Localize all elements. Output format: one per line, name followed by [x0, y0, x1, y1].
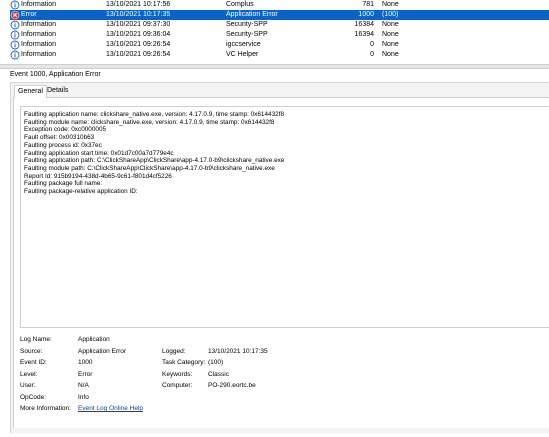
level-value: Error [78, 371, 93, 378]
event-source: igccservice [226, 41, 261, 48]
event-date: 13/10/2021 10:17:56 [106, 1, 171, 8]
event-level: Information [21, 31, 57, 38]
info-icon [10, 30, 20, 40]
pane-splitter[interactable] [0, 64, 549, 69]
event-task-category: None [382, 41, 399, 48]
message-line: Faulting package-relative application ID… [24, 188, 138, 195]
event-date: 13/10/2021 09:26:54 [106, 41, 171, 48]
task-category-label: Task Category: [162, 359, 206, 366]
message-line: Faulting package full name: [24, 180, 103, 188]
event-message-box[interactable]: Faulting application name: clickshare_na… [20, 106, 549, 328]
event-row[interactable]: Information 13/10/2021 09:37:30 Security-S… [10, 20, 549, 30]
event-id: 781 [362, 1, 374, 8]
event-level: Information [21, 21, 57, 28]
tab-details[interactable]: Details [44, 85, 71, 96]
info-icon [10, 40, 20, 50]
error-icon [10, 10, 20, 20]
event-level: Information [21, 51, 57, 58]
source-value: Application Error [78, 348, 127, 355]
log-name-label: Log Name: [20, 336, 52, 343]
event-id: 16394 [354, 31, 374, 38]
event-level: Information [21, 41, 57, 48]
event-task-category: (100) [382, 11, 399, 18]
message-line: Faulting application path: C:\ClickShare… [24, 157, 285, 165]
computer-label: Computer: [162, 382, 193, 389]
event-source: Complus [226, 1, 254, 8]
event-date: 13/10/2021 09:36:04 [106, 31, 171, 38]
info-icon [10, 20, 20, 30]
event-id: 1000 [358, 11, 374, 18]
event-date: 13/10/2021 09:26:54 [106, 51, 171, 58]
message-line: Exception code: 0xc0000005 [24, 126, 107, 134]
message-line: Faulting application name: clickshare_na… [24, 111, 285, 118]
event-detail-title: Event 1000, Application Error [10, 71, 101, 78]
event-task-category: None [382, 1, 399, 8]
event-id: 16384 [354, 21, 374, 28]
message-line: Faulting process id: 0x37ec [24, 141, 102, 149]
event-row[interactable]: Error 13/10/2021 10:17:35 Application Erro… [10, 10, 549, 20]
opcode-label: OpCode: [20, 394, 47, 401]
event-id: 0 [370, 41, 374, 48]
computer-value: PO-290.eortc.be [208, 382, 256, 389]
event-date: 13/10/2021 10:17:35 [106, 11, 171, 18]
event-row[interactable]: Information 13/10/2021 09:26:54 igccservic… [10, 40, 549, 50]
event-id-value: 1000 [78, 359, 93, 366]
logged-label: Logged: [162, 348, 186, 355]
level-label: Level: [20, 371, 38, 378]
event-id-label: Event ID: [20, 359, 47, 366]
message-line: Faulting application start time: 0x01d7c… [24, 149, 174, 157]
user-label: User: [20, 382, 36, 389]
source-label: Source: [20, 348, 43, 355]
event-source: Security-SPP [226, 31, 268, 38]
event-date: 13/10/2021 09:37:30 [106, 21, 171, 28]
event-source: VC Helper [226, 51, 259, 58]
event-level: Information [21, 1, 57, 8]
message-line: Faulting module path: C:\ClickShareApp\C… [24, 164, 275, 172]
keywords-value: Classic [208, 371, 229, 378]
event-task-category: None [382, 31, 399, 38]
info-icon [10, 50, 20, 60]
event-level: Error [21, 11, 37, 18]
event-id: 0 [370, 51, 374, 58]
opcode-value: Info [78, 394, 89, 401]
user-value: N/A [78, 382, 89, 389]
event-row[interactable]: Information 13/10/2021 09:26:54 VC Helper 0… [10, 50, 549, 60]
event-task-category: None [382, 21, 399, 28]
tab-general[interactable]: General [14, 85, 47, 98]
message-line: Faulting module name: clickshare_native.… [24, 118, 275, 126]
event-log-online-help-link[interactable]: Event Log Online Help [78, 405, 143, 413]
events-list: Information 13/10/2021 10:17:56 Complus 781… [0, 0, 549, 62]
info-icon [10, 0, 20, 10]
logged-value: 13/10/2021 10:17:35 [208, 348, 268, 355]
event-row[interactable]: Information 13/10/2021 09:36:04 Security-S… [10, 30, 549, 40]
log-name-value: Application [78, 336, 110, 343]
event-task-category: None [382, 51, 399, 58]
event-source: Application Error [226, 11, 278, 18]
event-source: Security-SPP [226, 21, 268, 28]
message-line: Report Id: 915b9194-438d-4b65-9c61-f801d… [24, 172, 172, 180]
message-line: Fault offset: 0x00310b63 [24, 134, 95, 142]
event-row[interactable]: Information 13/10/2021 10:17:56 Complus 781… [10, 0, 549, 10]
task-category-value: (100) [208, 359, 224, 366]
keywords-label: Keywords: [162, 371, 193, 378]
more-info-label: More Information: [20, 405, 71, 412]
